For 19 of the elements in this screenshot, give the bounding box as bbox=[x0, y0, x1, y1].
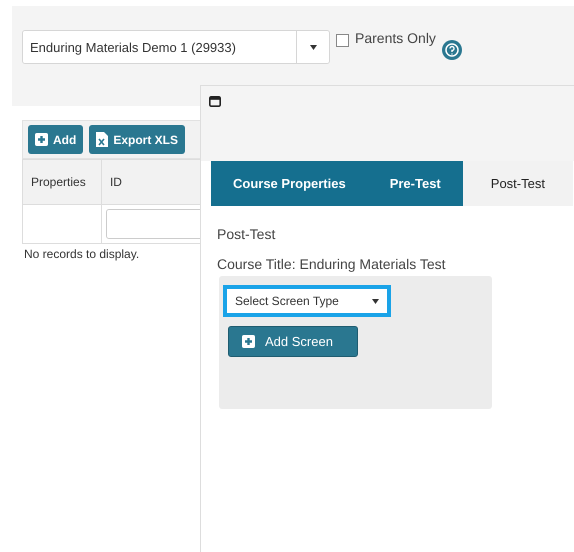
section-heading: Post-Test bbox=[217, 226, 276, 242]
add-screen-button[interactable]: Add Screen bbox=[228, 326, 358, 357]
empty-message: No records to display. bbox=[23, 246, 140, 263]
screen-type-select[interactable]: Select Screen Type bbox=[223, 285, 391, 317]
course-select[interactable]: Enduring Materials Demo 1 (29933) bbox=[22, 30, 330, 64]
column-header[interactable]: Properties bbox=[22, 160, 102, 204]
plus-icon bbox=[35, 133, 48, 146]
window-icon[interactable] bbox=[209, 96, 221, 107]
caret-icon bbox=[310, 44, 316, 50]
parents-only-checkbox[interactable] bbox=[336, 34, 349, 47]
plus-icon bbox=[242, 335, 255, 348]
course-title: Course Title: Enduring Materials Test bbox=[217, 256, 447, 272]
help-icon[interactable] bbox=[442, 40, 462, 60]
add-button[interactable]: Add bbox=[28, 125, 84, 154]
caret-icon bbox=[372, 298, 379, 304]
export-button[interactable]: Export XLS bbox=[89, 125, 186, 154]
spreadsheet-file-icon bbox=[96, 132, 108, 147]
tab[interactable]: Post-Test bbox=[462, 161, 573, 206]
checkbox-label: Parents Only bbox=[355, 30, 436, 46]
